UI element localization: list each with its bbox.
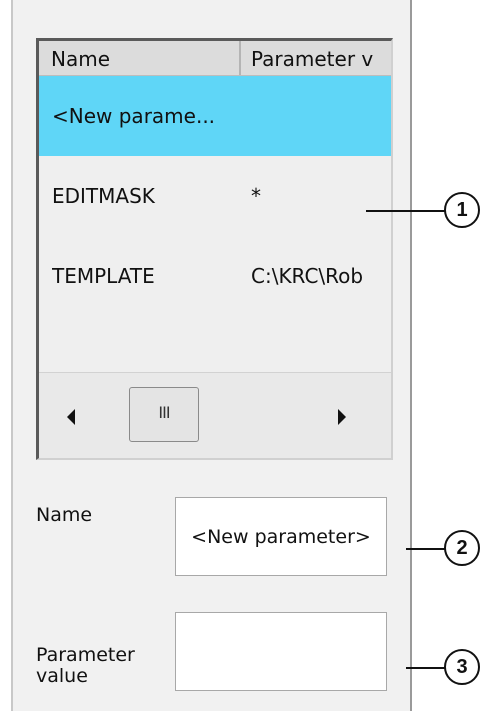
scroll-right-arrow-icon[interactable] (338, 409, 346, 425)
name-field[interactable]: <New parameter> (175, 497, 387, 576)
table-row-new-parameter[interactable]: <New parame... (39, 76, 391, 156)
callout-marker-2: 2 (444, 530, 480, 566)
horizontal-scrollbar[interactable]: III (39, 372, 391, 458)
callout-line-3 (406, 667, 446, 669)
row-value-cell (251, 76, 391, 156)
parameter-list[interactable]: Name Parameter v <New parame... EDITMASK… (36, 38, 393, 460)
row-value-cell: C:\KRC\Rob (251, 264, 364, 288)
table-row-template[interactable]: TEMPLATE C:\KRC\Rob (39, 236, 391, 316)
parameter-value-field[interactable] (175, 612, 387, 691)
callout-marker-1: 1 (444, 192, 480, 228)
scroll-thumb[interactable]: III (129, 387, 199, 442)
row-name-cell: EDITMASK (52, 184, 155, 208)
callout-marker-3: 3 (444, 649, 480, 685)
scroll-left-arrow-icon[interactable] (67, 409, 75, 425)
name-label: Name (36, 504, 93, 526)
row-name-cell: TEMPLATE (52, 264, 155, 288)
callout-line-2 (406, 548, 446, 550)
column-header-name[interactable]: Name (51, 41, 241, 75)
row-name-cell: <New parame... (52, 104, 216, 128)
list-header: Name Parameter v (39, 41, 391, 76)
callout-line-1 (366, 210, 446, 212)
column-header-parameter-value[interactable]: Parameter v (251, 41, 391, 75)
parameter-value-label-line2: value (36, 665, 88, 687)
table-row-editmask[interactable]: EDITMASK * (39, 156, 391, 236)
column-separator[interactable] (239, 41, 241, 75)
row-value-cell: * (251, 184, 261, 208)
parameter-value-label-line1: Parameter (36, 644, 135, 666)
